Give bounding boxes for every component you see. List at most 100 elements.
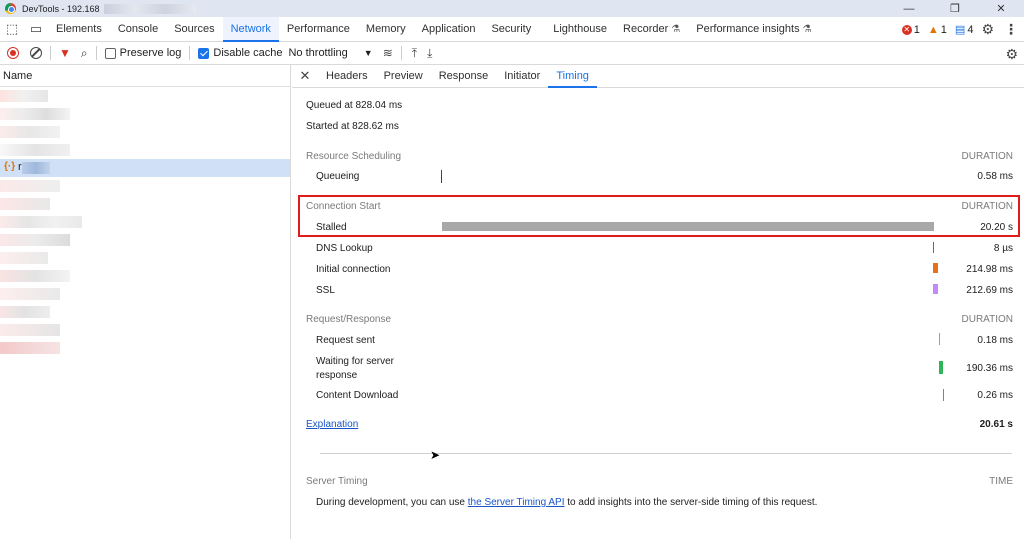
toolbar-divider	[50, 46, 51, 60]
tab-response[interactable]: Response	[431, 65, 497, 88]
dns-bar	[933, 242, 934, 253]
list-item[interactable]	[0, 177, 290, 195]
list-item[interactable]	[0, 249, 290, 267]
tab-performance-insights-label: Performance insights	[696, 22, 800, 35]
disable-cache-label: Disable cache	[213, 47, 283, 59]
disable-cache-checkbox[interactable]: Disable cache	[198, 47, 282, 59]
stalled-label: Stalled	[316, 222, 347, 233]
list-item[interactable]	[0, 195, 290, 213]
server-timing-api-link[interactable]: the Server Timing API	[468, 497, 565, 508]
queued-at-text: Queued at 828.04 ms	[306, 100, 403, 111]
tab-network[interactable]: Network	[222, 16, 279, 42]
preserve-log-box[interactable]	[104, 47, 116, 59]
list-item[interactable]	[0, 339, 290, 357]
toolbar-divider	[95, 46, 97, 60]
close-window-button[interactable]: ✕	[978, 0, 1024, 17]
server-timing-note-post: to add insights into the server-side tim…	[564, 497, 818, 508]
stalled-bar	[442, 222, 934, 231]
name-column-header[interactable]: Name	[0, 65, 290, 87]
redacted-address	[103, 3, 196, 14]
close-detail-icon[interactable]: ✕	[292, 68, 318, 84]
tab-initiator[interactable]: Initiator	[496, 65, 548, 88]
request-list: Name {·} r t	[0, 65, 291, 539]
warning-icon: ▲	[927, 23, 939, 36]
tab-performance-insights[interactable]: Performance insights ⚗	[688, 17, 819, 42]
restore-button[interactable]: ❐	[932, 0, 978, 17]
export-har-icon[interactable]: ⤓	[427, 46, 432, 61]
filter-icon[interactable]: ▼	[59, 46, 71, 60]
minimize-button[interactable]: —	[886, 0, 932, 17]
tab-application[interactable]: Application	[414, 17, 484, 42]
issues-icon: ▤	[954, 24, 966, 36]
list-item[interactable]	[0, 141, 290, 159]
throttling-select[interactable]: No throttling ▼	[288, 47, 372, 59]
network-toolbar: ▼ ⌕ Preserve log Disable cache No thrott…	[0, 42, 1024, 65]
inspect-element-icon[interactable]: ⬚	[0, 17, 24, 41]
flask-icon: ⚗	[802, 23, 812, 35]
list-item[interactable]	[0, 321, 290, 339]
queueing-label: Queueing	[316, 171, 360, 182]
search-icon[interactable]: ⌕	[81, 46, 88, 61]
selected-request-row[interactable]: {·} r t	[0, 159, 290, 177]
list-item[interactable]	[0, 87, 290, 105]
tab-memory[interactable]: Memory	[358, 17, 414, 42]
list-item[interactable]	[0, 105, 290, 123]
import-har-icon[interactable]: ⤒	[412, 46, 417, 61]
clear-button[interactable]	[30, 47, 42, 59]
network-settings-gear-icon[interactable]: ⚙	[1005, 46, 1018, 63]
list-item[interactable]	[0, 303, 290, 321]
list-item[interactable]	[0, 123, 290, 141]
duration-heading: DURATION	[961, 201, 1013, 212]
info-count: 4	[967, 23, 974, 36]
list-item[interactable]	[0, 231, 290, 249]
queueing-value: 0.58 ms	[977, 171, 1013, 182]
connection-start-heading: Connection Start	[306, 201, 381, 212]
content-download-label: Content Download	[316, 390, 399, 401]
queueing-bar	[441, 170, 442, 183]
request-detail-pane: ✕ Headers Preview Response Initiator Tim…	[292, 65, 1024, 539]
toolbar-divider	[400, 46, 402, 60]
tab-headers[interactable]: Headers	[318, 65, 376, 88]
preserve-log-checkbox[interactable]: Preserve log	[104, 47, 182, 59]
section-divider	[320, 453, 1012, 454]
initial-connection-value: 214.98 ms	[966, 264, 1013, 275]
more-options-icon[interactable]: ⋮	[1004, 17, 1018, 42]
time-heading: TIME	[989, 476, 1013, 487]
preserve-log-label: Preserve log	[119, 47, 182, 59]
ssl-value: 212.69 ms	[966, 285, 1013, 296]
tab-performance[interactable]: Performance	[279, 17, 358, 42]
device-toolbar-icon[interactable]: ▭	[24, 17, 48, 41]
tab-timing[interactable]: Timing	[548, 65, 597, 88]
server-timing-heading: Server Timing	[306, 476, 368, 487]
waiting-label-line-2: response	[316, 370, 358, 381]
duration-heading: DURATION	[961, 151, 1013, 162]
ssl-bar	[933, 284, 938, 294]
tab-recorder[interactable]: Recorder ⚗	[615, 17, 688, 42]
waiting-label-line-1: Waiting for server	[316, 356, 394, 367]
tab-recorder-label: Recorder	[623, 22, 669, 35]
window-title-bar: DevTools - 192.168 — ❐ ✕	[0, 0, 1024, 17]
devtools-main-tabs: ⬚ ▭ Elements Console Sources Network Per…	[0, 16, 1024, 42]
tab-console[interactable]: Console	[110, 17, 166, 42]
list-item[interactable]	[0, 285, 290, 303]
disable-cache-box[interactable]	[198, 47, 210, 59]
issue-counters[interactable]: ✕ 1 ▲ 1 ▤ 4 ⚙	[901, 17, 994, 42]
list-item[interactable]	[0, 213, 290, 231]
tab-sources[interactable]: Sources	[166, 17, 222, 42]
record-button[interactable]	[7, 47, 19, 59]
list-item[interactable]	[0, 267, 290, 285]
warning-count: 1	[940, 23, 947, 36]
tab-preview[interactable]: Preview	[376, 65, 431, 88]
tab-security[interactable]: Security	[483, 17, 539, 42]
chrome-logo-icon	[5, 3, 16, 14]
explanation-link[interactable]: Explanation	[306, 419, 358, 430]
duration-heading: DURATION	[961, 314, 1013, 325]
error-icon: ✕	[901, 24, 912, 35]
error-count: 1	[913, 23, 920, 36]
network-conditions-icon[interactable]: ≋	[383, 46, 393, 60]
settings-gear-icon[interactable]: ⚙	[981, 21, 994, 38]
tab-elements[interactable]: Elements	[48, 17, 110, 42]
dropdown-arrow-icon: ▼	[363, 48, 373, 58]
tab-lighthouse[interactable]: Lighthouse	[545, 17, 615, 42]
request-response-heading: Request/Response	[306, 314, 392, 325]
